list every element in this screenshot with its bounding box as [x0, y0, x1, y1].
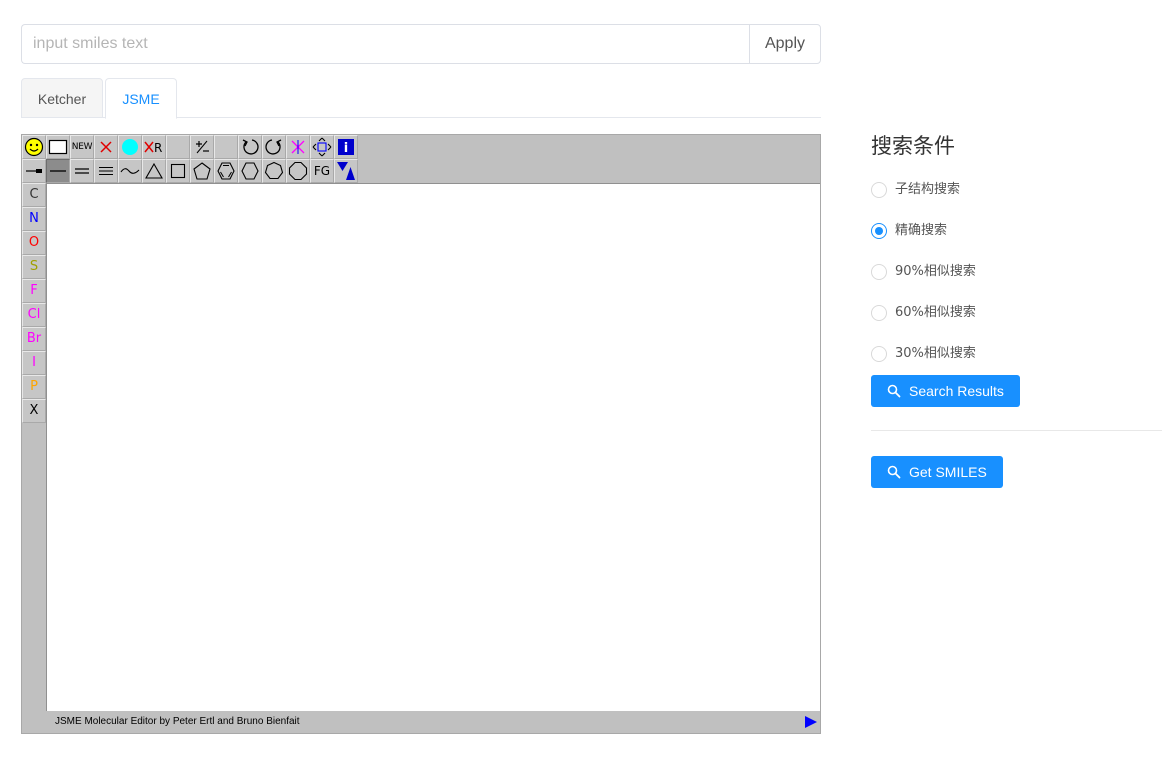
panel-divider	[871, 430, 1162, 431]
svg-text:R: R	[154, 141, 162, 155]
radio-similarity-60[interactable]: 60%相似搜索	[871, 304, 976, 345]
jsme-status-bar: JSME Molecular Editor by Peter Ertl and …	[46, 711, 820, 733]
jsme-toolbar-bottom: FG	[22, 159, 358, 183]
delete-x-icon[interactable]	[94, 135, 118, 159]
panel-title: 搜索条件	[871, 134, 955, 158]
editor-tabs: Ketcher JSME	[21, 78, 821, 119]
smiles-input-group: Apply	[21, 24, 821, 64]
ring3-icon[interactable]	[142, 159, 166, 183]
jsme-credits: JSME Molecular Editor by Peter Ertl and …	[55, 716, 300, 727]
ring5-icon[interactable]	[190, 159, 214, 183]
tab-jsme[interactable]: JSME	[105, 78, 177, 119]
undo-icon[interactable]	[238, 135, 262, 159]
search-icon	[887, 384, 901, 398]
tab-ketcher[interactable]: Ketcher	[21, 78, 103, 118]
ring6-icon[interactable]	[238, 159, 262, 183]
radio-label: 90%相似搜索	[895, 264, 976, 279]
ring8-icon[interactable]	[286, 159, 310, 183]
chain-icon[interactable]	[22, 159, 46, 183]
redo-icon[interactable]	[262, 135, 286, 159]
radio-circle[interactable]	[871, 305, 887, 321]
functional-group-button[interactable]: FG	[310, 159, 334, 183]
empty-tool[interactable]	[214, 135, 238, 159]
delete-r-icon[interactable]: R	[142, 135, 166, 159]
play-arrow-icon[interactable]	[804, 715, 818, 734]
radio-label: 精确搜索	[895, 223, 948, 238]
double-bond-icon[interactable]	[70, 159, 94, 183]
radio-circle[interactable]	[871, 264, 887, 280]
single-bond-icon[interactable]	[46, 159, 70, 183]
svg-text:i: i	[344, 141, 348, 156]
triple-bond-icon[interactable]	[94, 159, 118, 183]
search-results-button[interactable]: Search Results	[871, 375, 1020, 407]
atom-button-p[interactable]: P	[22, 375, 46, 399]
radio-circle[interactable]	[871, 182, 887, 198]
ring7-icon[interactable]	[262, 159, 286, 183]
jsme-toolbar-top: NEW R i	[22, 135, 358, 159]
radio-label: 子结构搜索	[895, 182, 961, 197]
get-smiles-button[interactable]: Get SMILES	[871, 456, 1003, 488]
radio-label: 60%相似搜索	[895, 305, 976, 320]
atom-palette: C N O S F Cl Br I P X	[22, 183, 46, 423]
search-results-label: Search Results	[909, 383, 1004, 399]
jsme-editor: NEW R i FG C N O S F Cl Br I P X JSME Mo…	[21, 134, 821, 734]
charge-icon[interactable]	[190, 135, 214, 159]
atom-button-cl[interactable]: Cl	[22, 303, 46, 327]
atom-button-f[interactable]: F	[22, 279, 46, 303]
drawing-canvas[interactable]	[46, 183, 820, 711]
atom-button-n[interactable]: N	[22, 207, 46, 231]
cyan-dot-icon[interactable]	[118, 135, 142, 159]
radio-exact-search[interactable]: 精确搜索	[871, 222, 976, 263]
delete-group-icon[interactable]	[286, 135, 310, 159]
benzene-icon[interactable]	[214, 159, 238, 183]
atom-button-br[interactable]: Br	[22, 327, 46, 351]
wave-bond-icon[interactable]	[118, 159, 142, 183]
move-icon[interactable]	[310, 135, 334, 159]
atom-button-x[interactable]: X	[22, 399, 46, 423]
atom-button-c[interactable]: C	[22, 183, 46, 207]
empty-tool[interactable]	[166, 135, 190, 159]
atom-button-o[interactable]: O	[22, 231, 46, 255]
ring4-icon[interactable]	[166, 159, 190, 183]
smiley-icon[interactable]	[22, 135, 46, 159]
apply-button[interactable]: Apply	[749, 24, 821, 64]
stereo-icon[interactable]	[334, 159, 358, 183]
radio-circle[interactable]	[871, 223, 887, 239]
clear-rect-icon[interactable]	[46, 135, 70, 159]
radio-substructure-search[interactable]: 子结构搜索	[871, 181, 976, 222]
radio-label: 30%相似搜索	[895, 346, 976, 361]
smiles-input[interactable]	[21, 24, 749, 64]
radio-circle[interactable]	[871, 346, 887, 362]
atom-button-s[interactable]: S	[22, 255, 46, 279]
new-button[interactable]: NEW	[70, 135, 94, 159]
radio-similarity-90[interactable]: 90%相似搜索	[871, 263, 976, 304]
search-icon	[887, 465, 901, 479]
info-icon[interactable]: i	[334, 135, 358, 159]
atom-button-i[interactable]: I	[22, 351, 46, 375]
search-mode-radio-group: 子结构搜索 精确搜索 90%相似搜索 60%相似搜索 30%相似搜索	[871, 181, 976, 386]
get-smiles-label: Get SMILES	[909, 464, 987, 480]
